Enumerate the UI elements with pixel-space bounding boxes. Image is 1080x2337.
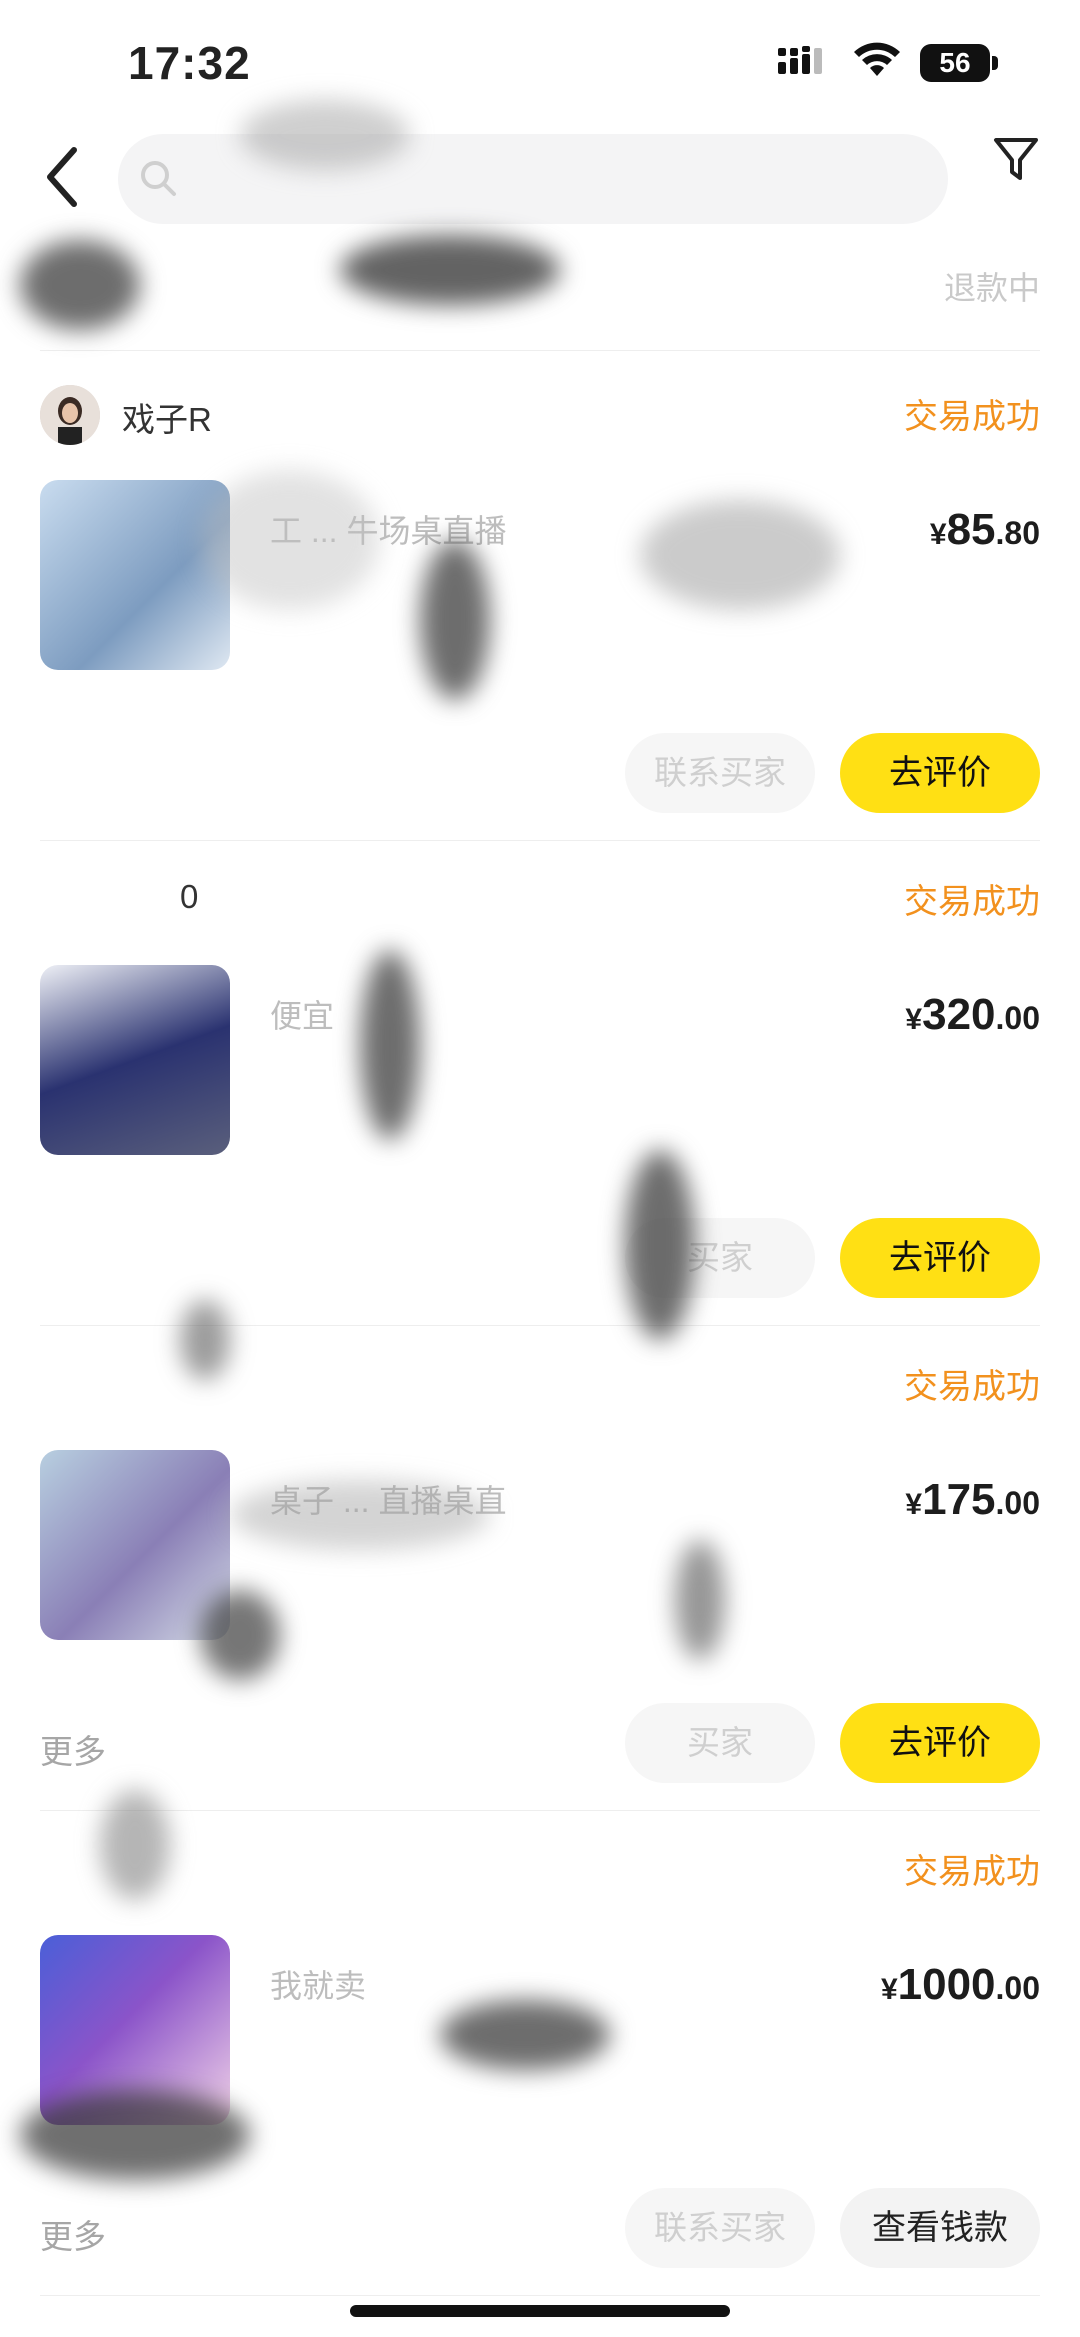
search-icon (141, 161, 176, 196)
contact-buyer-button[interactable]: 买家 (625, 1218, 815, 1298)
more-link[interactable]: 更多 (40, 2210, 106, 2258)
top-nav-bar (0, 120, 1080, 240)
contact-buyer-button[interactable]: 买家 (625, 1703, 815, 1783)
filter-icon[interactable] (990, 132, 1042, 188)
order-card[interactable]: 戏子R 交易成功 工 ... 牛场桌直播 ¥85.80 联系买家 去评价 (40, 355, 1040, 841)
previous-order-row[interactable]: 退款中 (40, 245, 1040, 351)
product-thumbnail[interactable] (40, 1935, 230, 2125)
order-card[interactable]: 0 交易成功 便宜 ¥320.00 买家 去评价 (40, 840, 1040, 1326)
chevron-left-icon[interactable] (36, 142, 92, 212)
order-status: 交易成功 (904, 398, 1040, 436)
order-price: ¥320.00 (905, 990, 1040, 1039)
product-title: 工 ... 牛场桌直播 (270, 513, 507, 549)
product-title: 便宜 (270, 998, 335, 1034)
seller-avatar[interactable] (40, 385, 100, 445)
order-status: 交易成功 (904, 1853, 1040, 1891)
order-status: 交易成功 (904, 883, 1040, 921)
seller-name: 戏子R (122, 401, 212, 438)
product-thumbnail[interactable] (40, 1450, 230, 1640)
product-title: 桌子 ... 直播桌直 (270, 1483, 507, 1519)
review-button[interactable]: 去评价 (840, 733, 1040, 813)
search-input[interactable] (118, 134, 948, 224)
product-thumbnail[interactable] (40, 480, 230, 670)
product-thumbnail[interactable] (40, 965, 230, 1155)
status-time: 17:32 (128, 37, 251, 89)
wifi-icon (854, 42, 900, 76)
contact-buyer-button[interactable]: 联系买家 (625, 733, 815, 813)
home-indicator[interactable] (350, 2305, 730, 2317)
order-price: ¥1000.00 (880, 1960, 1040, 2009)
order-card[interactable]: 交易成功 我就卖 ¥1000.00 更多 联系买家 查看钱款 (40, 1810, 1040, 2296)
avatar-image (40, 385, 100, 445)
battery-percent: 56 (939, 47, 971, 78)
seller-name: 0 (180, 878, 199, 915)
contact-buyer-button[interactable]: 联系买家 (625, 2188, 815, 2268)
order-card[interactable]: 交易成功 桌子 ... 直播桌直 ¥175.00 更多 买家 去评价 (40, 1325, 1040, 1811)
order-status: 退款中 (943, 270, 1040, 306)
review-button[interactable]: 去评价 (840, 1218, 1040, 1298)
status-bar: 17:32 56 (0, 0, 1080, 130)
order-price: ¥85.80 (929, 505, 1040, 554)
order-price: ¥175.00 (905, 1475, 1040, 1524)
battery-indicator: 56 (920, 44, 1000, 84)
view-payment-button[interactable]: 查看钱款 (840, 2188, 1040, 2268)
order-status: 交易成功 (904, 1368, 1040, 1406)
review-button[interactable]: 去评价 (840, 1703, 1040, 1783)
cellular-signal-icon (778, 46, 822, 74)
product-title: 我就卖 (270, 1968, 367, 2004)
more-link[interactable]: 更多 (40, 1725, 106, 1773)
order-list-screen: 17:32 56 退款中 戏子R 交易成功 工 ... 牛场桌直播 ¥85.80… (0, 0, 1080, 2337)
